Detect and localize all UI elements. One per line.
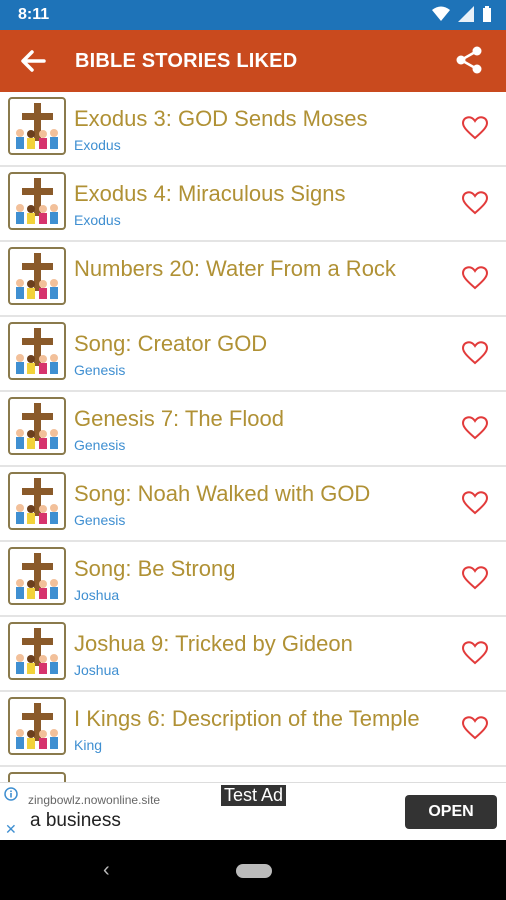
status-bar: 8:11 bbox=[0, 0, 506, 30]
heart-icon[interactable] bbox=[462, 116, 488, 140]
story-row[interactable]: I Kings 6: Description of the Temple King bbox=[0, 692, 506, 767]
story-book: Exodus bbox=[74, 137, 121, 153]
story-title: Exodus 4: Miraculous Signs bbox=[74, 181, 346, 206]
heart-icon[interactable] bbox=[462, 341, 488, 365]
story-row[interactable]: Exodus 3: GOD Sends Moses Exodus bbox=[0, 92, 506, 167]
status-icons bbox=[432, 6, 492, 22]
stories-list[interactable]: Exodus 3: GOD Sends Moses Exodus Exodus 4:… bbox=[0, 92, 506, 782]
system-nav-bar: ‹ bbox=[0, 840, 506, 900]
battery-icon bbox=[483, 6, 491, 22]
heart-icon[interactable] bbox=[462, 416, 488, 440]
story-book: Exodus bbox=[74, 212, 121, 228]
heart-icon[interactable] bbox=[462, 491, 488, 515]
story-title: Exodus 3: GOD Sends Moses bbox=[74, 106, 368, 131]
heart-icon[interactable] bbox=[462, 641, 488, 665]
story-row-partial[interactable] bbox=[0, 767, 506, 782]
story-book: Genesis bbox=[74, 437, 126, 453]
story-thumbnail-icon bbox=[8, 622, 66, 680]
ad-open-button[interactable]: OPEN bbox=[405, 795, 497, 829]
status-time: 8:11 bbox=[18, 6, 50, 23]
wifi-icon bbox=[432, 6, 450, 21]
story-thumbnail-icon bbox=[8, 697, 66, 755]
story-title: Song: Creator GOD bbox=[74, 331, 268, 356]
signal-icon bbox=[458, 6, 474, 22]
story-book: Joshua bbox=[74, 587, 120, 603]
story-thumbnail-icon bbox=[8, 247, 66, 305]
back-arrow-icon[interactable] bbox=[18, 46, 48, 76]
story-row[interactable]: Exodus 4: Miraculous Signs Exodus bbox=[0, 167, 506, 242]
heart-icon[interactable] bbox=[462, 716, 488, 740]
story-title: Joshua 9: Tricked by Gideon bbox=[74, 631, 353, 656]
heart-icon[interactable] bbox=[462, 566, 488, 590]
story-title: Numbers 20: Water From a Rock bbox=[74, 256, 396, 281]
story-title: Song: Be Strong bbox=[74, 556, 236, 581]
nav-home-pill[interactable] bbox=[236, 864, 272, 878]
story-title: I Kings 6: Description of the Temple bbox=[74, 706, 420, 731]
story-thumbnail-icon bbox=[8, 772, 66, 782]
share-icon[interactable] bbox=[454, 45, 484, 75]
story-thumbnail-icon bbox=[8, 397, 66, 455]
story-row[interactable]: Genesis 7: The Flood Genesis bbox=[0, 392, 506, 467]
story-title: Song: Noah Walked with GOD bbox=[74, 481, 371, 506]
nav-back-icon[interactable]: ‹ bbox=[103, 859, 110, 882]
page-title: BIBLE STORIES LIKED bbox=[75, 50, 298, 72]
story-thumbnail-icon bbox=[8, 547, 66, 605]
story-thumbnail-icon bbox=[8, 472, 66, 530]
ad-close-icon[interactable]: ✕ bbox=[5, 821, 17, 838]
story-row[interactable]: Song: Creator GOD Genesis bbox=[0, 317, 506, 392]
story-thumbnail-icon bbox=[8, 97, 66, 155]
heart-icon[interactable] bbox=[462, 191, 488, 215]
heart-icon[interactable] bbox=[462, 266, 488, 290]
ad-info-icon[interactable] bbox=[4, 787, 18, 801]
ad-text: a business bbox=[30, 810, 121, 831]
story-row[interactable]: Joshua 9: Tricked by Gideon Joshua bbox=[0, 617, 506, 692]
story-book: Joshua bbox=[74, 662, 120, 678]
ad-banner[interactable]: ✕ zingbowlz.nowonline.site a business Te… bbox=[0, 782, 506, 841]
story-thumbnail-icon bbox=[8, 172, 66, 230]
app-bar: BIBLE STORIES LIKED bbox=[0, 30, 506, 92]
story-row[interactable]: Numbers 20: Water From a Rock bbox=[0, 242, 506, 317]
story-book: Genesis bbox=[74, 362, 126, 378]
story-row[interactable]: Song: Be Strong Joshua bbox=[0, 542, 506, 617]
story-book: King bbox=[74, 737, 103, 753]
story-book: Genesis bbox=[74, 512, 126, 528]
test-ad-label: Test Ad bbox=[221, 785, 287, 806]
story-thumbnail-icon bbox=[8, 322, 66, 380]
story-title: Genesis 7: The Flood bbox=[74, 406, 284, 431]
story-row[interactable]: Song: Noah Walked with GOD Genesis bbox=[0, 467, 506, 542]
ad-site: zingbowlz.nowonline.site bbox=[28, 793, 161, 807]
